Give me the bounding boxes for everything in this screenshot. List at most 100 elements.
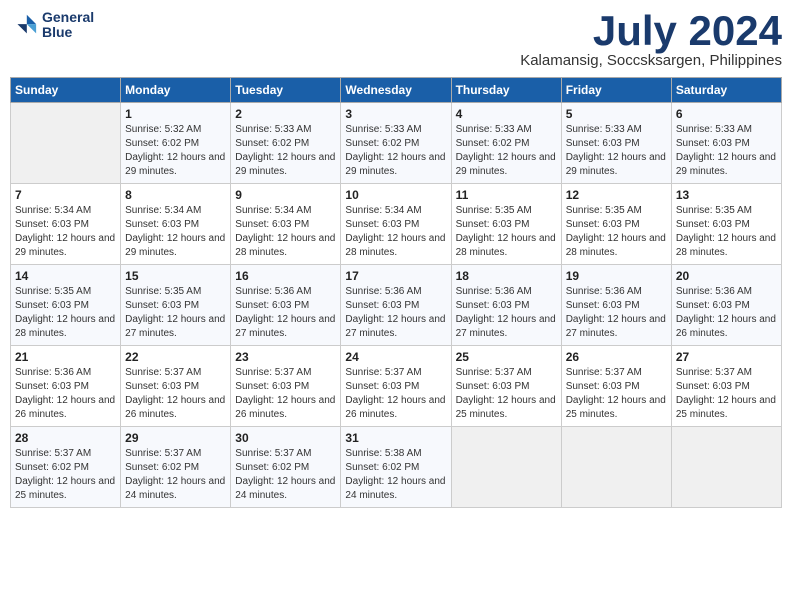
day-number: 25 xyxy=(456,350,557,364)
day-info: Sunrise: 5:36 AM Sunset: 6:03 PM Dayligh… xyxy=(456,285,557,341)
day-number: 24 xyxy=(345,350,446,364)
header: General Blue July 2024 Kalamansig, Soccs… xyxy=(10,10,782,69)
cell-w4-d1: 21 Sunrise: 5:36 AM Sunset: 6:03 PM Dayli… xyxy=(11,346,121,427)
day-number: 12 xyxy=(566,188,667,202)
location-subtitle: Kalamansig, Soccsksargen, Philippines xyxy=(520,52,782,69)
day-number: 8 xyxy=(125,188,226,202)
day-number: 16 xyxy=(235,269,336,283)
day-number: 30 xyxy=(235,431,336,445)
col-sunday: Sunday xyxy=(11,78,121,103)
day-info: Sunrise: 5:37 AM Sunset: 6:03 PM Dayligh… xyxy=(345,366,446,422)
day-info: Sunrise: 5:38 AM Sunset: 6:02 PM Dayligh… xyxy=(345,447,446,503)
day-number: 1 xyxy=(125,107,226,121)
cell-w2-d3: 9 Sunrise: 5:34 AM Sunset: 6:03 PM Daylig… xyxy=(231,184,341,265)
day-info: Sunrise: 5:33 AM Sunset: 6:02 PM Dayligh… xyxy=(456,123,557,179)
day-number: 9 xyxy=(235,188,336,202)
day-info: Sunrise: 5:35 AM Sunset: 6:03 PM Dayligh… xyxy=(15,285,116,341)
day-number: 29 xyxy=(125,431,226,445)
day-info: Sunrise: 5:34 AM Sunset: 6:03 PM Dayligh… xyxy=(15,204,116,260)
week-row-4: 21 Sunrise: 5:36 AM Sunset: 6:03 PM Dayli… xyxy=(11,346,782,427)
day-info: Sunrise: 5:33 AM Sunset: 6:03 PM Dayligh… xyxy=(566,123,667,179)
day-number: 31 xyxy=(345,431,446,445)
cell-w3-d2: 15 Sunrise: 5:35 AM Sunset: 6:03 PM Dayli… xyxy=(121,265,231,346)
col-thursday: Thursday xyxy=(451,78,561,103)
cell-w2-d1: 7Sunrise: 5:34 AM Sunset: 6:03 PM Daylig… xyxy=(11,184,121,265)
day-number: 27 xyxy=(676,350,777,364)
month-title: July 2024 xyxy=(520,10,782,52)
cell-w5-d5 xyxy=(451,427,561,508)
day-number: 5 xyxy=(566,107,667,121)
day-info: Sunrise: 5:37 AM Sunset: 6:03 PM Dayligh… xyxy=(125,366,226,422)
cell-w5-d3: 30 Sunrise: 5:37 AM Sunset: 6:02 PM Dayli… xyxy=(231,427,341,508)
day-number: 17 xyxy=(345,269,446,283)
day-info: Sunrise: 5:34 AM Sunset: 6:03 PM Dayligh… xyxy=(125,204,226,260)
day-number: 11 xyxy=(456,188,557,202)
day-number: 6 xyxy=(676,107,777,121)
week-row-2: 7Sunrise: 5:34 AM Sunset: 6:03 PM Daylig… xyxy=(11,184,782,265)
logo-line1: General xyxy=(42,10,94,25)
day-info: Sunrise: 5:37 AM Sunset: 6:02 PM Dayligh… xyxy=(235,447,336,503)
logo-icon xyxy=(10,11,38,39)
day-info: Sunrise: 5:34 AM Sunset: 6:03 PM Dayligh… xyxy=(235,204,336,260)
cell-w5-d1: 28 Sunrise: 5:37 AM Sunset: 6:02 PM Dayli… xyxy=(11,427,121,508)
cell-w4-d2: 22 Sunrise: 5:37 AM Sunset: 6:03 PM Dayli… xyxy=(121,346,231,427)
day-info: Sunrise: 5:37 AM Sunset: 6:02 PM Dayligh… xyxy=(125,447,226,503)
day-info: Sunrise: 5:35 AM Sunset: 6:03 PM Dayligh… xyxy=(566,204,667,260)
day-info: Sunrise: 5:36 AM Sunset: 6:03 PM Dayligh… xyxy=(676,285,777,341)
cell-w1-d6: 5 Sunrise: 5:33 AM Sunset: 6:03 PM Daylig… xyxy=(561,103,671,184)
day-info: Sunrise: 5:36 AM Sunset: 6:03 PM Dayligh… xyxy=(235,285,336,341)
logo-line2: Blue xyxy=(42,25,94,40)
cell-w3-d7: 20Sunrise: 5:36 AM Sunset: 6:03 PM Dayli… xyxy=(671,265,781,346)
day-number: 2 xyxy=(235,107,336,121)
day-info: Sunrise: 5:37 AM Sunset: 6:02 PM Dayligh… xyxy=(15,447,116,503)
col-monday: Monday xyxy=(121,78,231,103)
day-info: Sunrise: 5:36 AM Sunset: 6:03 PM Dayligh… xyxy=(15,366,116,422)
day-number: 26 xyxy=(566,350,667,364)
day-info: Sunrise: 5:33 AM Sunset: 6:03 PM Dayligh… xyxy=(676,123,777,179)
cell-w1-d3: 2Sunrise: 5:33 AM Sunset: 6:02 PM Daylig… xyxy=(231,103,341,184)
cell-w2-d6: 12 Sunrise: 5:35 AM Sunset: 6:03 PM Dayli… xyxy=(561,184,671,265)
day-info: Sunrise: 5:36 AM Sunset: 6:03 PM Dayligh… xyxy=(345,285,446,341)
day-info: Sunrise: 5:33 AM Sunset: 6:02 PM Dayligh… xyxy=(345,123,446,179)
cell-w1-d4: 3 Sunrise: 5:33 AM Sunset: 6:02 PM Daylig… xyxy=(341,103,451,184)
cell-w5-d2: 29 Sunrise: 5:37 AM Sunset: 6:02 PM Dayli… xyxy=(121,427,231,508)
cell-w3-d6: 19Sunrise: 5:36 AM Sunset: 6:03 PM Dayli… xyxy=(561,265,671,346)
col-saturday: Saturday xyxy=(671,78,781,103)
day-number: 13 xyxy=(676,188,777,202)
day-info: Sunrise: 5:35 AM Sunset: 6:03 PM Dayligh… xyxy=(456,204,557,260)
cell-w3-d5: 18 Sunrise: 5:36 AM Sunset: 6:03 PM Dayli… xyxy=(451,265,561,346)
day-number: 22 xyxy=(125,350,226,364)
cell-w2-d5: 11 Sunrise: 5:35 AM Sunset: 6:03 PM Dayli… xyxy=(451,184,561,265)
week-row-3: 14Sunrise: 5:35 AM Sunset: 6:03 PM Dayli… xyxy=(11,265,782,346)
day-number: 28 xyxy=(15,431,116,445)
cell-w5-d7 xyxy=(671,427,781,508)
day-info: Sunrise: 5:32 AM Sunset: 6:02 PM Dayligh… xyxy=(125,123,226,179)
cell-w4-d6: 26Sunrise: 5:37 AM Sunset: 6:03 PM Dayli… xyxy=(561,346,671,427)
day-info: Sunrise: 5:37 AM Sunset: 6:03 PM Dayligh… xyxy=(676,366,777,422)
column-headers: Sunday Monday Tuesday Wednesday Thursday… xyxy=(11,78,782,103)
day-number: 23 xyxy=(235,350,336,364)
calendar-table: Sunday Monday Tuesday Wednesday Thursday… xyxy=(10,77,782,508)
day-number: 18 xyxy=(456,269,557,283)
cell-w5-d4: 31 Sunrise: 5:38 AM Sunset: 6:02 PM Dayli… xyxy=(341,427,451,508)
cell-w3-d1: 14Sunrise: 5:35 AM Sunset: 6:03 PM Dayli… xyxy=(11,265,121,346)
cell-w5-d6 xyxy=(561,427,671,508)
day-number: 21 xyxy=(15,350,116,364)
title-section: July 2024 Kalamansig, Soccsksargen, Phil… xyxy=(520,10,782,69)
cell-w4-d5: 25 Sunrise: 5:37 AM Sunset: 6:03 PM Dayli… xyxy=(451,346,561,427)
day-number: 15 xyxy=(125,269,226,283)
cell-w2-d4: 10Sunrise: 5:34 AM Sunset: 6:03 PM Dayli… xyxy=(341,184,451,265)
day-number: 19 xyxy=(566,269,667,283)
cell-w3-d3: 16 Sunrise: 5:36 AM Sunset: 6:03 PM Dayli… xyxy=(231,265,341,346)
day-info: Sunrise: 5:34 AM Sunset: 6:03 PM Dayligh… xyxy=(345,204,446,260)
logo-text: General Blue xyxy=(42,10,94,41)
day-info: Sunrise: 5:37 AM Sunset: 6:03 PM Dayligh… xyxy=(456,366,557,422)
day-number: 3 xyxy=(345,107,446,121)
logo: General Blue xyxy=(10,10,94,41)
col-tuesday: Tuesday xyxy=(231,78,341,103)
cell-w1-d1 xyxy=(11,103,121,184)
day-info: Sunrise: 5:35 AM Sunset: 6:03 PM Dayligh… xyxy=(125,285,226,341)
day-info: Sunrise: 5:35 AM Sunset: 6:03 PM Dayligh… xyxy=(676,204,777,260)
cell-w2-d7: 13 Sunrise: 5:35 AM Sunset: 6:03 PM Dayli… xyxy=(671,184,781,265)
col-friday: Friday xyxy=(561,78,671,103)
